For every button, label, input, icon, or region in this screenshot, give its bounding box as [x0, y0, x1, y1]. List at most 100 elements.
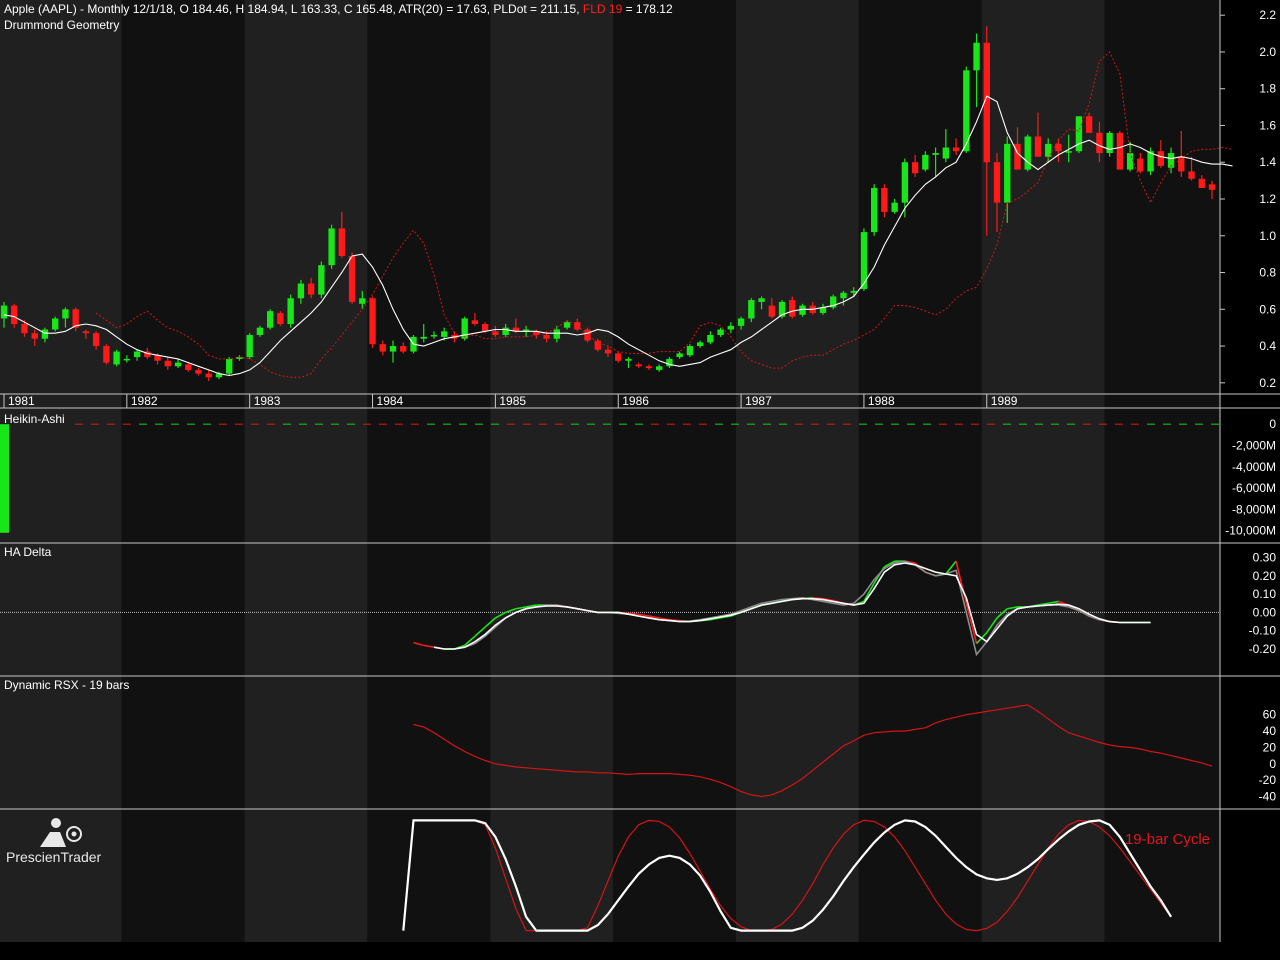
- price-header: Apple (AAPL) - Monthly 12/1/18, O 184.46…: [4, 2, 673, 16]
- year-band: [121, 0, 245, 942]
- close-text: C 165.48: [343, 2, 393, 16]
- candle-body: [133, 351, 141, 358]
- bottom-strip: [0, 942, 1280, 960]
- candle-body: [307, 283, 315, 295]
- pldot-text: PLDot = 211.15: [493, 2, 577, 16]
- candle-body: [52, 318, 59, 330]
- fld-label: FLD 19: [582, 2, 623, 16]
- candle-body: [369, 298, 376, 345]
- open-text: O 184.46: [179, 2, 229, 16]
- candle-body: [1034, 136, 1042, 157]
- y-tick-label: -20: [1259, 773, 1277, 787]
- candle-body: [41, 329, 49, 339]
- y-tick-label: 0.30: [1253, 550, 1277, 564]
- atr-text: ATR(20) = 17.63: [398, 2, 487, 16]
- x-tick-label: 1982: [131, 394, 158, 408]
- candle-body: [1126, 153, 1134, 170]
- x-tick-label: 1981: [8, 394, 35, 408]
- candle-body: [277, 312, 284, 324]
- candle-body: [604, 349, 612, 354]
- price-subtitle: Drummond Geometry: [4, 18, 120, 32]
- y-tick-label: -0.10: [1249, 624, 1277, 638]
- candle-body: [1065, 151, 1072, 153]
- y-tick-label: -0.20: [1249, 642, 1277, 656]
- candle-body: [748, 300, 755, 319]
- symbol-text: Apple (AAPL): [4, 2, 77, 16]
- candle-body: [31, 333, 38, 339]
- y-tick-label: -40: [1259, 789, 1277, 803]
- candle-body: [113, 351, 120, 365]
- x-tick-label: 1989: [991, 394, 1018, 408]
- candle-body: [21, 323, 28, 334]
- candle-body: [82, 331, 90, 334]
- candle-body: [164, 360, 171, 367]
- low-text: L 163.33: [290, 2, 338, 16]
- candle-body: [696, 342, 704, 347]
- candle-body: [870, 187, 878, 233]
- candle-body: [205, 373, 212, 378]
- candle-body: [471, 320, 479, 324]
- candle-body: [318, 265, 325, 295]
- x-tick-label: 1983: [254, 394, 281, 408]
- candle-body: [420, 336, 427, 339]
- cycle-label: 19-bar Cycle: [1125, 831, 1210, 848]
- candle-body: [789, 300, 796, 317]
- candle-body: [62, 309, 69, 319]
- candle-body: [1004, 143, 1011, 203]
- candle-body: [502, 327, 509, 336]
- year-bands: [0, 0, 1280, 942]
- heikin-title: Heikin-Ashi: [4, 412, 65, 426]
- candle-body: [1198, 178, 1205, 188]
- candle-body: [348, 255, 356, 302]
- candle-body: [707, 335, 714, 343]
- period-text: Monthly: [87, 2, 130, 16]
- candle-body: [840, 292, 847, 299]
- x-tick-label: 1987: [745, 394, 772, 408]
- candle-body: [1075, 116, 1083, 152]
- candle-body: [226, 358, 233, 374]
- candle-body: [901, 162, 909, 203]
- year-band: [735, 0, 859, 942]
- candle-body: [737, 318, 745, 326]
- candle-body: [543, 335, 550, 339]
- candle-body: [1208, 184, 1216, 190]
- y-tick-label: 2.2: [1259, 8, 1276, 22]
- high-text: H 184.94: [235, 2, 285, 16]
- y-tick-label: 60: [1263, 708, 1277, 722]
- candle-body: [389, 346, 397, 352]
- candle-body: [441, 331, 448, 337]
- y-tick-label: 0.20: [1253, 569, 1277, 583]
- candle-body: [942, 147, 950, 159]
- candle-body: [973, 42, 980, 71]
- y-tick-label: 1.0: [1259, 229, 1276, 243]
- y-tick-label: 0.10: [1253, 587, 1277, 601]
- year-band: [613, 0, 736, 942]
- candle-body: [850, 290, 857, 293]
- candle-body: [1096, 132, 1103, 154]
- candle-body: [922, 154, 929, 170]
- candle-body: [881, 187, 888, 212]
- y-tick-label: 40: [1263, 724, 1277, 738]
- y-tick-label: -10,000M: [1225, 524, 1276, 538]
- candle-body: [676, 353, 683, 358]
- candle-body: [103, 346, 110, 363]
- y-tick-label: -4,000M: [1232, 460, 1276, 474]
- candle-body: [246, 335, 253, 358]
- x-tick-label: 1988: [868, 394, 895, 408]
- y-tick-label: 0.6: [1259, 302, 1276, 316]
- candle-body: [481, 323, 489, 332]
- candle-body: [891, 202, 898, 212]
- y-tick-label: 0: [1269, 757, 1276, 771]
- date-text: 12/1/18: [132, 2, 173, 16]
- candle-body: [594, 340, 601, 350]
- candle-body: [1188, 171, 1195, 179]
- candle-body: [400, 346, 407, 352]
- y-tick-label: -8,000M: [1232, 502, 1276, 516]
- rsx-title: Dynamic RSX - 19 bars: [4, 678, 130, 692]
- candle-body: [615, 353, 622, 361]
- candle-body: [993, 162, 1001, 203]
- candle-body: [1024, 136, 1031, 170]
- candle-body: [287, 298, 294, 324]
- y-tick-label: -6,000M: [1232, 481, 1276, 495]
- candle-body: [768, 305, 775, 317]
